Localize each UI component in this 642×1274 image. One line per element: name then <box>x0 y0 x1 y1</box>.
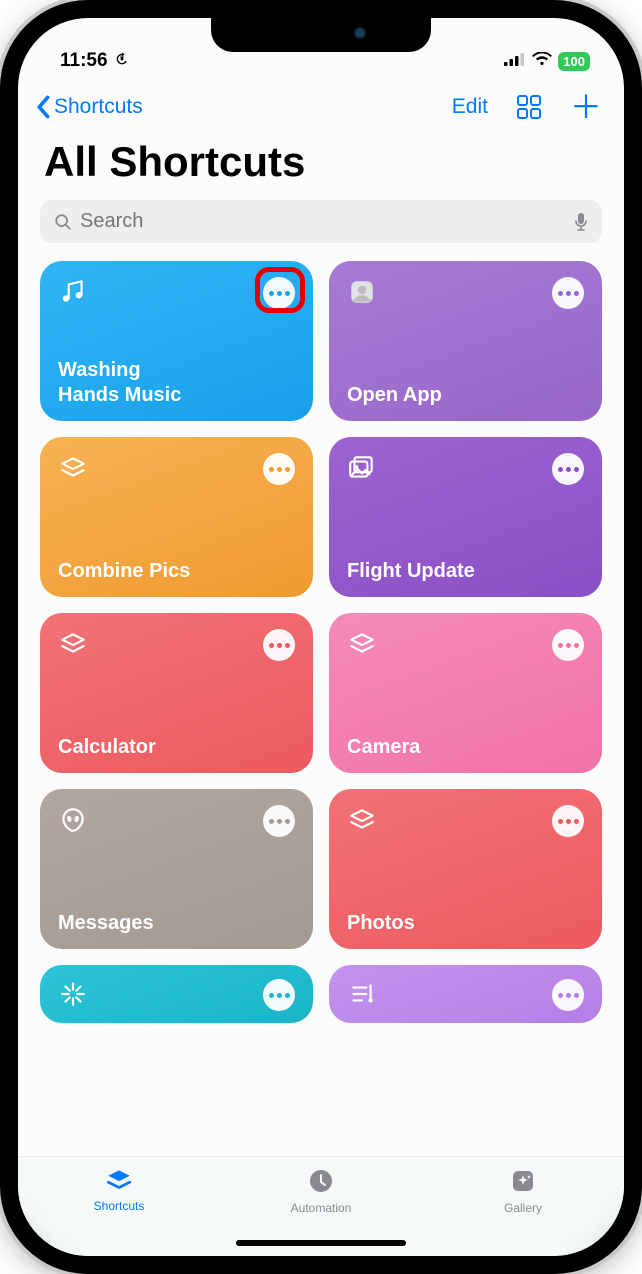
tab-shortcuts[interactable]: Shortcuts <box>59 1167 179 1213</box>
shortcut-label: Camera <box>347 735 584 759</box>
chevron-left-icon <box>36 95 52 119</box>
shortcut-tile[interactable] <box>329 965 602 1023</box>
shortcut-label: Calculator <box>58 735 295 759</box>
shortcut-label: Open App <box>347 383 584 407</box>
shortcut-tile[interactable]: Washing Hands Music <box>40 261 313 421</box>
more-options-button[interactable] <box>552 629 584 661</box>
battery-indicator: 100 <box>558 52 590 71</box>
back-label: Shortcuts <box>54 95 143 119</box>
shortcut-tile[interactable] <box>40 965 313 1023</box>
status-time: 11:56 <box>60 50 108 72</box>
shortcut-tile[interactable]: Flight Update <box>329 437 602 597</box>
more-options-button[interactable] <box>263 453 295 485</box>
stack-icon <box>347 629 377 659</box>
stack-icon <box>58 453 88 483</box>
notch <box>211 18 431 52</box>
spark-icon <box>58 979 88 1009</box>
stack-icon <box>347 805 377 835</box>
shortcut-tile[interactable]: Photos <box>329 789 602 949</box>
nav-bar: Shortcuts Edit ＋ <box>18 74 624 128</box>
home-indicator <box>236 1240 406 1246</box>
music-icon <box>58 277 88 307</box>
more-options-button[interactable] <box>263 629 295 661</box>
list-icon <box>347 979 377 1009</box>
shortcuts-grid: Washing Hands Music Open App Combine Pics F… <box>18 243 624 1156</box>
device-frame: 11:56 100 Shortcuts Ed <box>0 0 642 1274</box>
shortcut-label: Washing Hands Music <box>58 358 295 407</box>
more-options-button[interactable] <box>552 805 584 837</box>
shortcut-tile[interactable]: Open App <box>329 261 602 421</box>
tab-gallery[interactable]: Gallery <box>463 1167 583 1215</box>
tab-automation[interactable]: Automation <box>261 1167 381 1215</box>
photos-icon <box>347 453 377 483</box>
screen: 11:56 100 Shortcuts Ed <box>18 18 624 1256</box>
dictation-icon[interactable] <box>574 212 588 232</box>
more-options-button[interactable] <box>552 979 584 1011</box>
more-options-button[interactable] <box>552 277 584 309</box>
search-input[interactable] <box>80 210 566 233</box>
alien-icon <box>58 805 88 835</box>
shortcut-label: Combine Pics <box>58 559 295 583</box>
more-options-button[interactable] <box>263 805 295 837</box>
tab-label: Shortcuts <box>94 1199 145 1213</box>
app-icon <box>347 277 377 307</box>
edit-button[interactable]: Edit <box>452 95 488 119</box>
page-title: All Shortcuts <box>18 128 624 200</box>
shortcut-tile[interactable]: Combine Pics <box>40 437 313 597</box>
shortcut-tile[interactable]: Camera <box>329 613 602 773</box>
orientation-lock-icon <box>114 51 130 71</box>
search-field[interactable] <box>40 200 602 243</box>
shortcut-tile[interactable]: Calculator <box>40 613 313 773</box>
stack-icon <box>58 629 88 659</box>
more-options-button[interactable] <box>552 453 584 485</box>
shortcut-label: Messages <box>58 911 295 935</box>
wifi-icon <box>532 50 552 72</box>
shortcut-tile[interactable]: Messages <box>40 789 313 949</box>
shortcut-label: Photos <box>347 911 584 935</box>
tab-label: Gallery <box>504 1201 542 1215</box>
more-options-button[interactable] <box>263 277 295 309</box>
clock-icon <box>307 1167 335 1198</box>
stack-fill-icon <box>104 1167 134 1196</box>
search-icon <box>54 213 72 231</box>
tab-label: Automation <box>291 1201 352 1215</box>
back-button[interactable]: Shortcuts <box>36 95 143 119</box>
shortcut-label: Flight Update <box>347 559 584 583</box>
cellular-signal-icon <box>504 50 526 72</box>
more-options-button[interactable] <box>263 979 295 1011</box>
sparkbox-icon <box>509 1167 537 1198</box>
layout-grid-icon[interactable] <box>516 94 542 120</box>
